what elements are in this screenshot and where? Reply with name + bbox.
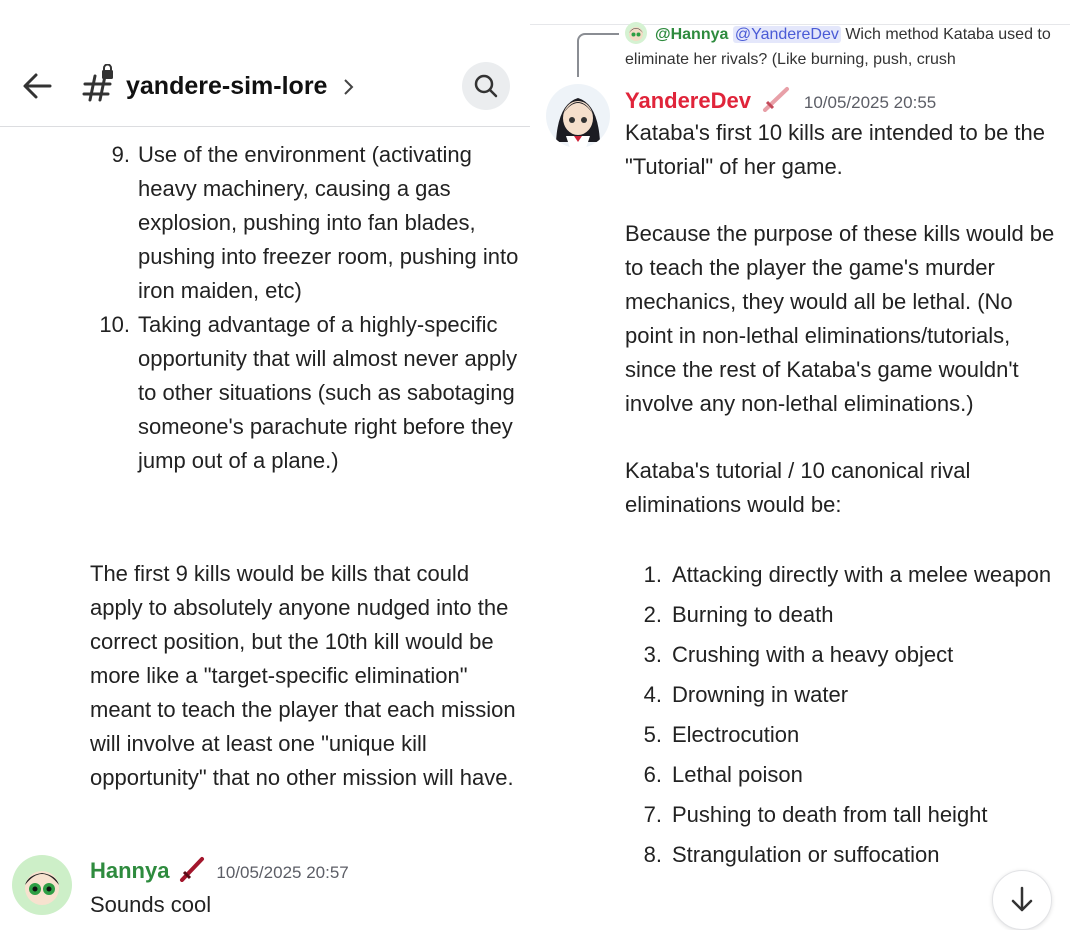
list-text: Use of the environment (activating heavy… xyxy=(138,142,519,303)
channel-name[interactable]: yandere-sim-lore xyxy=(126,72,327,101)
back-button[interactable] xyxy=(18,66,58,106)
list-text: Attacking directly with a melee weapon xyxy=(672,562,1052,587)
back-arrow-icon xyxy=(23,73,52,99)
message-header: Hannya 10/05/2025 20:57 xyxy=(90,856,349,888)
avatar[interactable] xyxy=(546,84,610,148)
list-number: 3. xyxy=(643,642,662,667)
username[interactable]: Hannya xyxy=(90,858,169,883)
list-text: Crushing with a heavy object xyxy=(672,642,954,667)
message-header: YandereDev 10/05/2025 20:55 xyxy=(625,86,936,118)
list-text: Lethal poison xyxy=(672,762,803,787)
channel-header: yandere-sim-lore xyxy=(0,0,530,127)
list-item: 4. Drowning in water xyxy=(630,678,1060,712)
list-item: 2. Burning to death xyxy=(630,598,1060,632)
timestamp: 10/05/2025 20:57 xyxy=(216,863,349,882)
reply-preview[interactable]: @Hannya @YandereDev Wich method Kataba u… xyxy=(625,22,1065,72)
search-icon xyxy=(474,74,498,98)
left-screenshot-panel: yandere-sim-lore 9. Use of the environme… xyxy=(0,0,530,925)
list-item: 8. Strangulation or suffocation xyxy=(630,838,1060,872)
mention[interactable]: @YandereDev xyxy=(732,26,841,43)
scroll-down-icon xyxy=(1011,886,1033,912)
username[interactable]: YandereDev xyxy=(625,88,751,113)
message-paragraph: Because the purpose of these kills would… xyxy=(625,221,1055,416)
reply-author[interactable]: @Hannya xyxy=(655,26,728,43)
message-paragraph: Kataba's tutorial / 10 canonical rival e… xyxy=(625,458,971,517)
list-text: Electrocution xyxy=(672,722,800,747)
sword-badge-icon xyxy=(179,857,204,882)
list-number: 10. xyxy=(99,312,130,337)
list-item: 10. Taking advantage of a highly-specifi… xyxy=(90,308,520,478)
timestamp: 10/05/2025 20:55 xyxy=(803,93,937,112)
list-number: 8. xyxy=(643,842,662,867)
list-item: 1. Attacking directly with a melee weapon xyxy=(630,558,1060,592)
message-paragraph: The first 9 kills would be kills that co… xyxy=(90,561,516,790)
avatar[interactable] xyxy=(12,855,72,915)
list-item: 7. Pushing to death from tall height xyxy=(630,798,1060,832)
search-button[interactable] xyxy=(462,62,510,110)
list-text: Burning to death xyxy=(672,602,834,627)
list-text: Drowning in water xyxy=(672,682,849,707)
list-number: 5. xyxy=(643,722,662,747)
list-item: 9. Use of the environment (activating he… xyxy=(90,138,520,308)
list-text: Strangulation or suffocation xyxy=(672,842,940,867)
list-text: Pushing to death from tall height xyxy=(672,802,988,827)
list-item: 3. Crushing with a heavy object xyxy=(630,638,1060,672)
list-number: 2. xyxy=(643,602,662,627)
reply-connector xyxy=(577,33,619,77)
list-number: 4. xyxy=(643,682,662,707)
right-numbered-list: 1. Attacking directly with a melee weapon… xyxy=(630,558,1060,878)
list-number: 1. xyxy=(643,562,662,587)
list-number: 7. xyxy=(643,802,662,827)
list-item: 5. Electrocution xyxy=(630,718,1060,752)
list-item: 6. Lethal poison xyxy=(630,758,1060,792)
list-number: 9. xyxy=(111,142,130,167)
sword-badge-icon xyxy=(763,87,790,112)
channel-hash-lock-icon xyxy=(80,63,116,104)
chevron-right-icon[interactable] xyxy=(342,76,356,98)
list-number: 6. xyxy=(643,762,662,787)
scroll-to-bottom-button[interactable] xyxy=(992,870,1052,930)
left-numbered-list: 9. Use of the environment (activating he… xyxy=(90,138,520,478)
message-text: Sounds cool xyxy=(90,892,212,917)
message-paragraph: Kataba's first 10 kills are intended to … xyxy=(625,120,1046,179)
list-text: Taking advantage of a highly-specific op… xyxy=(138,312,518,473)
